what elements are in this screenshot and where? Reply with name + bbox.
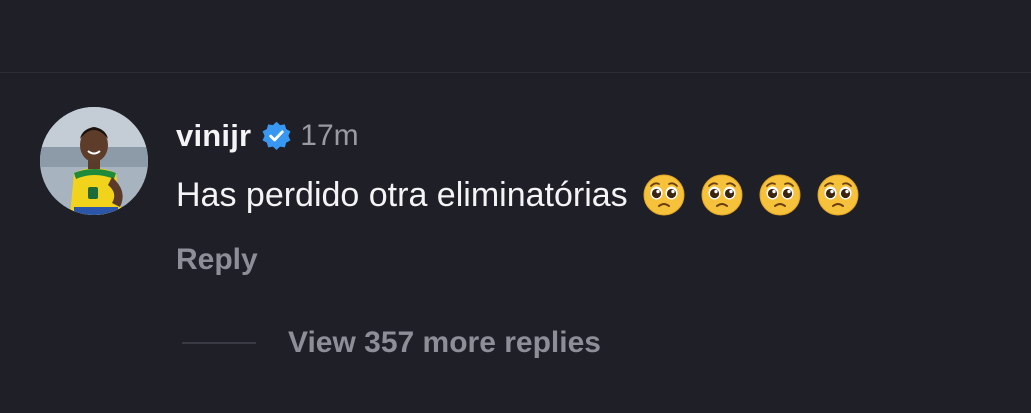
username[interactable]: vinijr [176,118,251,154]
pleading-face-icon [642,173,686,217]
view-more-replies-button[interactable]: View 357 more replies [182,322,601,364]
avatar[interactable] [40,107,148,215]
timestamp: 17m [300,119,359,152]
comment-thread: vinijr 17m Has perdido otra eliminatória… [0,0,1031,413]
emoji-row [642,173,874,217]
verified-badge-icon [261,121,292,152]
reply-button[interactable]: Reply [176,243,258,277]
comment-header: vinijr 17m [176,114,359,158]
view-more-replies-label[interactable]: View 357 more replies [288,326,601,360]
divider [0,72,1031,73]
pleading-face-icon [700,173,744,217]
pleading-face-icon [816,173,860,217]
avatar-image [40,107,148,215]
replies-divider-line [182,342,256,344]
pleading-face-icon [758,173,802,217]
comment-body: Has perdido otra eliminatórias [176,172,874,218]
comment-text: Has perdido otra eliminatórias [176,175,628,214]
